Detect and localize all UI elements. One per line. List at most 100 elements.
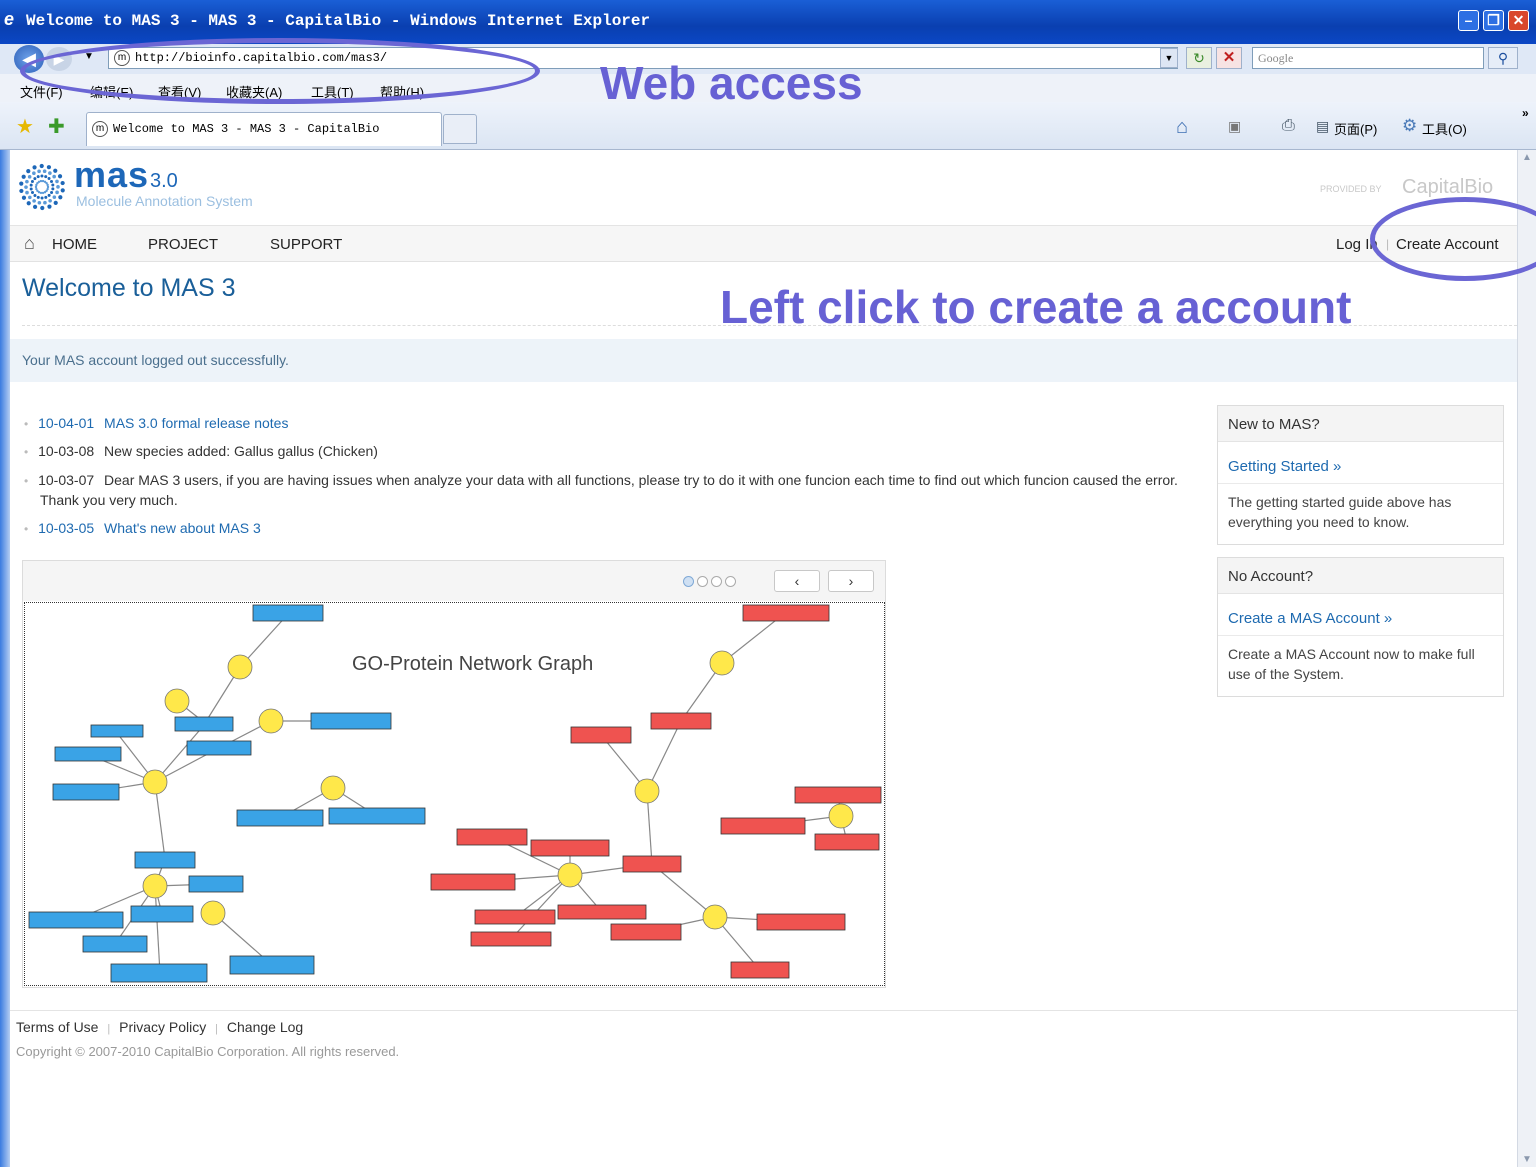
go-term-node: [530, 839, 610, 857]
web-access-annotation: Web access: [600, 57, 863, 109]
go-term-node: [82, 935, 148, 953]
news-text: Dear MAS 3 users, if you are having issu…: [40, 472, 1178, 508]
tab-favicon-icon: m: [92, 121, 108, 137]
news-item[interactable]: • 10-03-05 What's new about MAS 3: [24, 519, 1194, 539]
mas-logo-icon[interactable]: [18, 162, 66, 212]
news-link[interactable]: MAS 3.0 formal release notes: [104, 415, 288, 431]
go-protein-network-graph: GO-Protein Network Graph: [24, 602, 885, 986]
refresh-button[interactable]: ↻: [1186, 47, 1212, 69]
go-term-node: [610, 923, 682, 941]
create-account-annotation: Left click to create a account: [720, 281, 1352, 333]
home-icon[interactable]: ⌂: [1176, 116, 1188, 139]
new-to-mas-box: New to MAS? Getting Started » The gettin…: [1217, 405, 1504, 545]
toolbar-overflow-icon[interactable]: »: [1522, 106, 1529, 120]
page-menu-icon[interactable]: ▤: [1316, 118, 1329, 135]
news-link[interactable]: What's new about MAS 3: [104, 520, 261, 536]
footer-links: Terms of Use | Privacy Policy | Change L…: [16, 1019, 303, 1035]
go-term-node: [90, 724, 144, 738]
print-icon[interactable]: ⎙: [1282, 117, 1295, 135]
carousel-next-button[interactable]: ›: [828, 570, 874, 592]
news-item[interactable]: • 10-04-01 MAS 3.0 formal release notes: [24, 414, 1194, 434]
go-term-node: [130, 905, 194, 923]
news-date[interactable]: 10-04-01: [38, 415, 94, 431]
minimize-button[interactable]: –: [1458, 10, 1479, 31]
box-title: No Account?: [1218, 558, 1503, 594]
go-term-node: [54, 746, 122, 762]
go-term-node: [28, 911, 124, 929]
go-term-node: [252, 604, 324, 622]
go-term-node: [328, 807, 426, 825]
nav-project[interactable]: PROJECT: [148, 236, 218, 253]
stop-button[interactable]: ✕: [1216, 47, 1242, 69]
changelog-link[interactable]: Change Log: [227, 1019, 303, 1035]
scroll-down-icon[interactable]: ▼: [1518, 1154, 1536, 1165]
news-item: • 10-03-07 Dear MAS 3 users, if you are …: [24, 471, 1194, 510]
go-term-node: [650, 712, 712, 730]
terms-link[interactable]: Terms of Use: [16, 1019, 98, 1035]
scroll-up-icon[interactable]: ▲: [1518, 152, 1536, 163]
provider-logo: CapitalBio: [1402, 176, 1494, 198]
tools-menu[interactable]: 工具(O): [1422, 119, 1467, 138]
search-icon[interactable]: ⚲: [1488, 47, 1518, 69]
box-title: New to MAS?: [1218, 406, 1503, 442]
go-term-node: [470, 931, 552, 947]
go-term-node: [557, 904, 647, 920]
privacy-link[interactable]: Privacy Policy: [119, 1019, 206, 1035]
create-mas-account-link[interactable]: Create a MAS Account »: [1218, 594, 1503, 635]
protein-node: [320, 775, 346, 801]
tab-mas3[interactable]: Welcome to MAS 3 - MAS 3 - CapitalBio: [86, 112, 442, 146]
window-title: Welcome to MAS 3 - MAS 3 - CapitalBio - …: [26, 12, 651, 30]
protein-node: [702, 904, 728, 930]
protein-node: [164, 688, 190, 714]
restore-button[interactable]: ❐: [1483, 10, 1504, 31]
page-title: Welcome to MAS 3: [22, 274, 236, 302]
search-input[interactable]: Google: [1252, 47, 1484, 69]
page-menu[interactable]: 页面(P): [1334, 119, 1377, 138]
window-frame-left: [0, 150, 10, 1167]
new-tab-button[interactable]: [443, 114, 477, 144]
ie-icon: e: [4, 9, 15, 29]
go-term-node: [186, 740, 252, 756]
address-dropdown-button[interactable]: ▼: [1160, 48, 1178, 68]
tools-gear-icon[interactable]: ⚙: [1402, 116, 1417, 136]
bullet-icon: •: [24, 522, 29, 536]
go-term-node: [720, 817, 806, 835]
create-account-highlight-oval: [1370, 197, 1536, 281]
protein-node: [828, 803, 854, 829]
box-text: The getting started guide above has ever…: [1218, 483, 1503, 542]
box-text: Create a MAS Account now to make full us…: [1218, 635, 1503, 694]
carousel-dots: [683, 574, 739, 592]
carousel-dot[interactable]: [725, 576, 736, 587]
protein-node: [227, 654, 253, 680]
logo-subtitle: Molecule Annotation System: [76, 193, 253, 209]
add-favorites-icon[interactable]: ✚: [48, 114, 65, 139]
protein-node: [142, 769, 168, 795]
go-term-node: [188, 875, 244, 893]
close-button[interactable]: ✕: [1508, 10, 1529, 31]
logo-name[interactable]: mas: [74, 157, 149, 193]
getting-started-link[interactable]: Getting Started »: [1218, 442, 1503, 483]
vertical-scrollbar[interactable]: ▲ ▼: [1517, 150, 1536, 1167]
protein-node: [634, 778, 660, 804]
provider-prefix: PROVIDED BY: [1320, 184, 1382, 194]
protein-node: [258, 708, 284, 734]
carousel-dot[interactable]: [683, 576, 694, 587]
nav-home[interactable]: HOME: [52, 236, 97, 253]
carousel-dot[interactable]: [697, 576, 708, 587]
footer-separator: |: [107, 1023, 111, 1035]
footer-divider: [10, 1010, 1517, 1011]
carousel-prev-button[interactable]: ‹: [774, 570, 820, 592]
nav-support[interactable]: SUPPORT: [270, 236, 342, 253]
carousel-dot[interactable]: [711, 576, 722, 587]
favorites-star-icon[interactable]: ★: [16, 114, 34, 139]
go-term-node: [570, 726, 632, 744]
feeds-icon[interactable]: ▣: [1228, 118, 1241, 135]
go-term-node: [310, 712, 392, 730]
bullet-icon: •: [24, 445, 29, 459]
news-date: 10-03-07: [38, 472, 95, 488]
news-date[interactable]: 10-03-05: [38, 520, 94, 536]
home-nav-icon[interactable]: ⌂: [24, 233, 35, 254]
go-term-node: [110, 963, 208, 983]
news-item: • 10-03-08 New species added: Gallus gal…: [24, 442, 1194, 462]
site-header: [10, 150, 1517, 226]
